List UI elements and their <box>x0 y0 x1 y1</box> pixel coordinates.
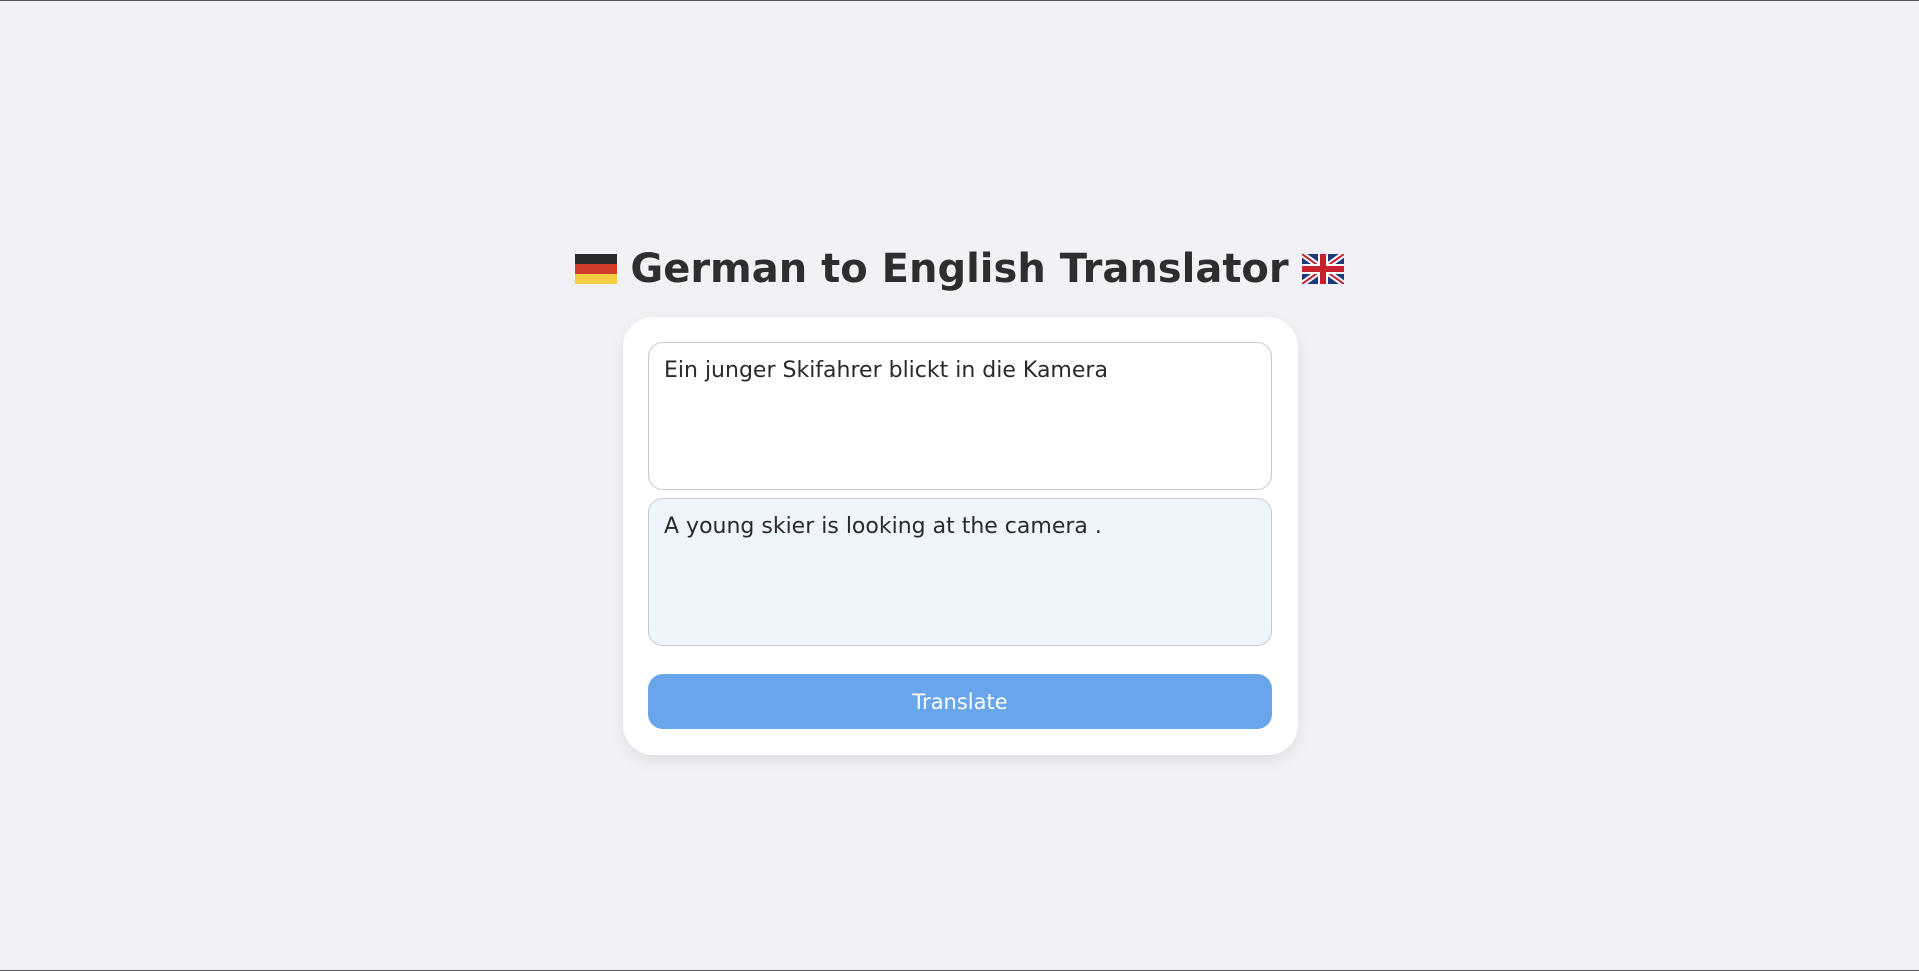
english-output-field[interactable]: A young skier is looking at the camera . <box>648 498 1272 646</box>
page-title: German to English Translator <box>0 245 1919 293</box>
page-title-text: German to English Translator <box>630 246 1289 292</box>
translator-card: Ein junger Skifahrer blickt in die Kamer… <box>623 317 1298 755</box>
germany-flag-icon <box>575 254 618 284</box>
uk-flag-icon <box>1301 254 1344 284</box>
translate-button[interactable]: Translate <box>648 674 1272 729</box>
german-input-field[interactable]: Ein junger Skifahrer blickt in die Kamer… <box>648 342 1272 490</box>
